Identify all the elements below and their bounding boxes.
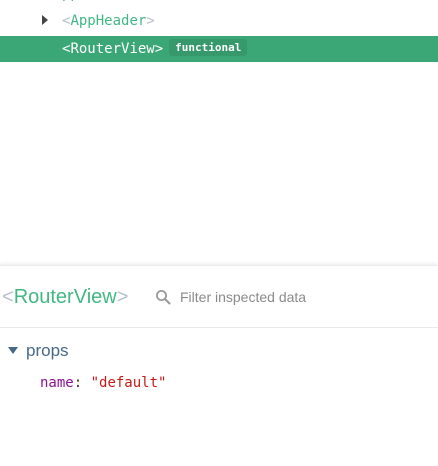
- props-section-label: props: [26, 341, 69, 360]
- tree-node-appheader[interactable]: <AppHeader>: [0, 8, 438, 34]
- tree-row-partial[interactable]: pp: [0, 0, 438, 7]
- tree-node-name: RouterView: [70, 41, 155, 57]
- tag-close-angle: >: [154, 41, 164, 57]
- tree-row-partial-label: pp: [62, 0, 79, 2]
- filter-inspected-data-input[interactable]: [180, 287, 420, 307]
- vue-devtools-components-panel: pp <AppHeader> <RouterView>functional <R…: [0, 0, 438, 466]
- prop-row[interactable]: name: "default": [40, 373, 166, 393]
- functional-badge: functional: [169, 39, 248, 56]
- prop-separator: :: [73, 375, 83, 391]
- component-inspector: <RouterView> props name: "default": [0, 265, 438, 466]
- tag-close-angle: >: [146, 13, 155, 29]
- title-close-angle: >: [116, 286, 129, 308]
- inspected-component-title: <RouterView>: [2, 285, 128, 309]
- collapse-arrow-icon: [8, 347, 18, 354]
- inspected-component-name: RouterView: [13, 286, 117, 308]
- tree-node-routerview-selected[interactable]: <RouterView> functional: [0, 36, 438, 62]
- search-icon: [156, 290, 171, 305]
- title-open-angle: <: [2, 286, 14, 308]
- tree-node-name: AppHeader: [70, 13, 147, 29]
- props-section-toggle[interactable]: props: [8, 339, 69, 363]
- component-tree: pp <AppHeader> <RouterView>functional: [0, 0, 438, 265]
- expand-arrow-icon[interactable]: [42, 15, 48, 25]
- prop-value: "default": [90, 375, 167, 391]
- inspector-header: <RouterView>: [0, 266, 438, 328]
- prop-key: name: [40, 375, 74, 391]
